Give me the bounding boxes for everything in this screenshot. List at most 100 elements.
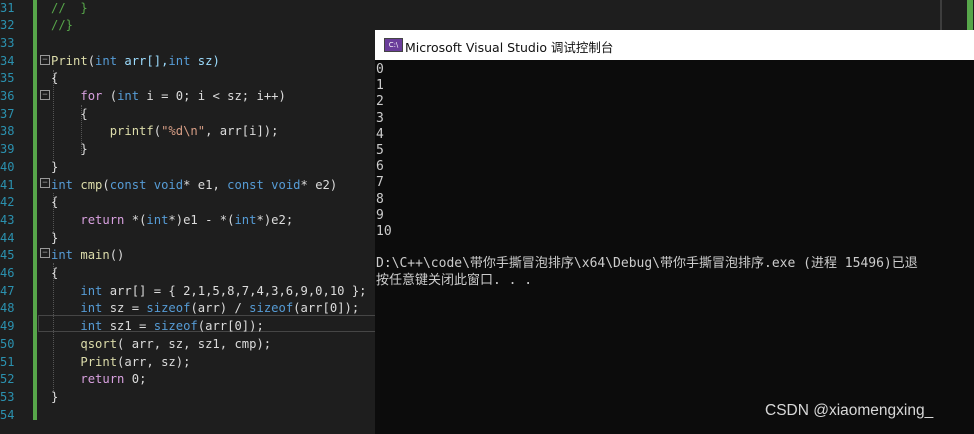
code-token: i = 0; i < sz; i++) bbox=[139, 89, 286, 103]
console-output-line: 6 bbox=[376, 159, 384, 175]
code-token: int bbox=[234, 212, 257, 227]
code-token: (arr) / bbox=[190, 301, 250, 316]
console-output: 0 1 2 3 4 5 6 7 8 9 10 D:\C++\code\带你手撕冒泡排序\x64\Deb… bbox=[375, 62, 974, 432]
code-token: sz1 = bbox=[102, 319, 154, 334]
line-number: 42 bbox=[0, 195, 14, 210]
code-token: * e1, bbox=[183, 177, 228, 192]
code-line: //} bbox=[51, 17, 73, 35]
code-token: int bbox=[117, 89, 140, 103]
code-token: sizeof bbox=[146, 301, 191, 316]
console-output-line: 0 bbox=[376, 62, 384, 77]
code-line: Print(arr, sz); bbox=[51, 354, 190, 372]
code-token: for bbox=[80, 89, 103, 103]
code-token: ( arr, sz, sz1, cmp); bbox=[117, 336, 272, 351]
code-token: * e2) bbox=[300, 177, 338, 192]
code-token: printf bbox=[109, 124, 154, 139]
line-number: 38 bbox=[0, 124, 14, 139]
code-token: sz = bbox=[102, 301, 147, 316]
code-token: int bbox=[80, 283, 103, 298]
code-line: { bbox=[51, 194, 58, 212]
code-token: int bbox=[51, 248, 74, 263]
editor-stripe bbox=[940, 0, 942, 32]
line-number: 32 bbox=[0, 18, 14, 33]
watermark: CSDN @xiaomengxing_ bbox=[765, 402, 934, 419]
line-number: 51 bbox=[0, 354, 14, 369]
line-number: 46 bbox=[0, 266, 14, 280]
code-token: int bbox=[168, 53, 191, 68]
fold-toggle-cmp[interactable]: − bbox=[40, 178, 50, 188]
code-line: } bbox=[51, 159, 58, 177]
code-token: arr[], bbox=[117, 53, 169, 68]
console-title: Microsoft Visual Studio 调试控制台 bbox=[405, 40, 614, 55]
code-token: cmp bbox=[73, 177, 103, 192]
line-number: 43 bbox=[0, 212, 14, 227]
change-indicator-right bbox=[967, 0, 973, 32]
line-number: 35 bbox=[0, 71, 14, 86]
console-output-line: 5 bbox=[376, 143, 384, 158]
line-number: 39 bbox=[0, 142, 14, 157]
code-token: (arr, sz); bbox=[117, 354, 191, 369]
code-token: // } bbox=[51, 0, 88, 15]
code-token: 0; bbox=[124, 372, 147, 387]
change-indicator-bar bbox=[33, 0, 37, 420]
code-token: return bbox=[80, 212, 125, 227]
code-line: int cmp(const void* e1, const void* e2) bbox=[51, 177, 337, 195]
line-number: 45 bbox=[0, 248, 14, 263]
debug-console-window[interactable]: C:\ Microsoft Visual Studio 调试控制台 012345… bbox=[375, 30, 974, 434]
code-token: ( bbox=[102, 177, 110, 192]
code-token: const bbox=[109, 177, 147, 192]
console-output-line: 按任意键关闭此窗口. . . bbox=[376, 272, 533, 288]
console-output-line: 9 bbox=[376, 207, 384, 223]
code-token: } bbox=[51, 142, 88, 157]
code-token: (arr[0]); bbox=[197, 319, 264, 334]
code-token: int bbox=[80, 319, 103, 334]
line-number: 48 bbox=[0, 301, 14, 316]
code-line: { bbox=[51, 70, 58, 88]
line-number: 36 bbox=[0, 89, 14, 103]
code-token: Print bbox=[51, 53, 88, 68]
line-number: 37 bbox=[0, 106, 14, 121]
line-number: 50 bbox=[0, 336, 14, 351]
console-output-line: 7 bbox=[376, 175, 384, 191]
line-number: 47 bbox=[0, 283, 14, 298]
code-token: void bbox=[271, 177, 301, 192]
code-token: const bbox=[227, 177, 264, 192]
code-token: } bbox=[51, 389, 59, 404]
visual-studio-icon: C:\ bbox=[384, 38, 403, 52]
fold-toggle-main[interactable]: − bbox=[40, 248, 50, 258]
code-token: "%d\n" bbox=[161, 124, 206, 139]
code-line: for (int i = 0; i < sz; i++) bbox=[51, 88, 286, 106]
fold-toggle-print[interactable]: − bbox=[40, 55, 50, 65]
console-output-line: 3 bbox=[376, 110, 384, 126]
code-token: ( bbox=[153, 124, 162, 139]
code-token: () bbox=[109, 248, 125, 263]
code-token: int bbox=[95, 53, 118, 68]
console-title-bar[interactable]: C:\ Microsoft Visual Studio 调试控制台 bbox=[375, 30, 974, 60]
code-token: *)e1 - *( bbox=[168, 212, 235, 227]
code-token: { bbox=[51, 266, 59, 280]
line-number: 53 bbox=[0, 389, 14, 404]
code-token: return bbox=[80, 372, 125, 387]
code-line: } bbox=[51, 230, 58, 248]
code-token: int bbox=[80, 301, 103, 316]
code-line: // } bbox=[51, 0, 88, 17]
fold-toggle-for[interactable]: − bbox=[40, 90, 50, 100]
code-line: int sz1 = sizeof(arr[0]); bbox=[51, 318, 264, 336]
code-token: } bbox=[51, 159, 59, 174]
line-number: 49 bbox=[0, 319, 14, 334]
console-output-line: 2 bbox=[376, 94, 384, 110]
code-token: int bbox=[51, 177, 74, 192]
code-token: main bbox=[73, 248, 110, 263]
line-number: 34 bbox=[0, 53, 14, 68]
line-number: 33 bbox=[0, 35, 14, 50]
code-token: } bbox=[51, 230, 59, 245]
code-token: //} bbox=[51, 18, 74, 33]
code-token: Print bbox=[80, 354, 118, 369]
